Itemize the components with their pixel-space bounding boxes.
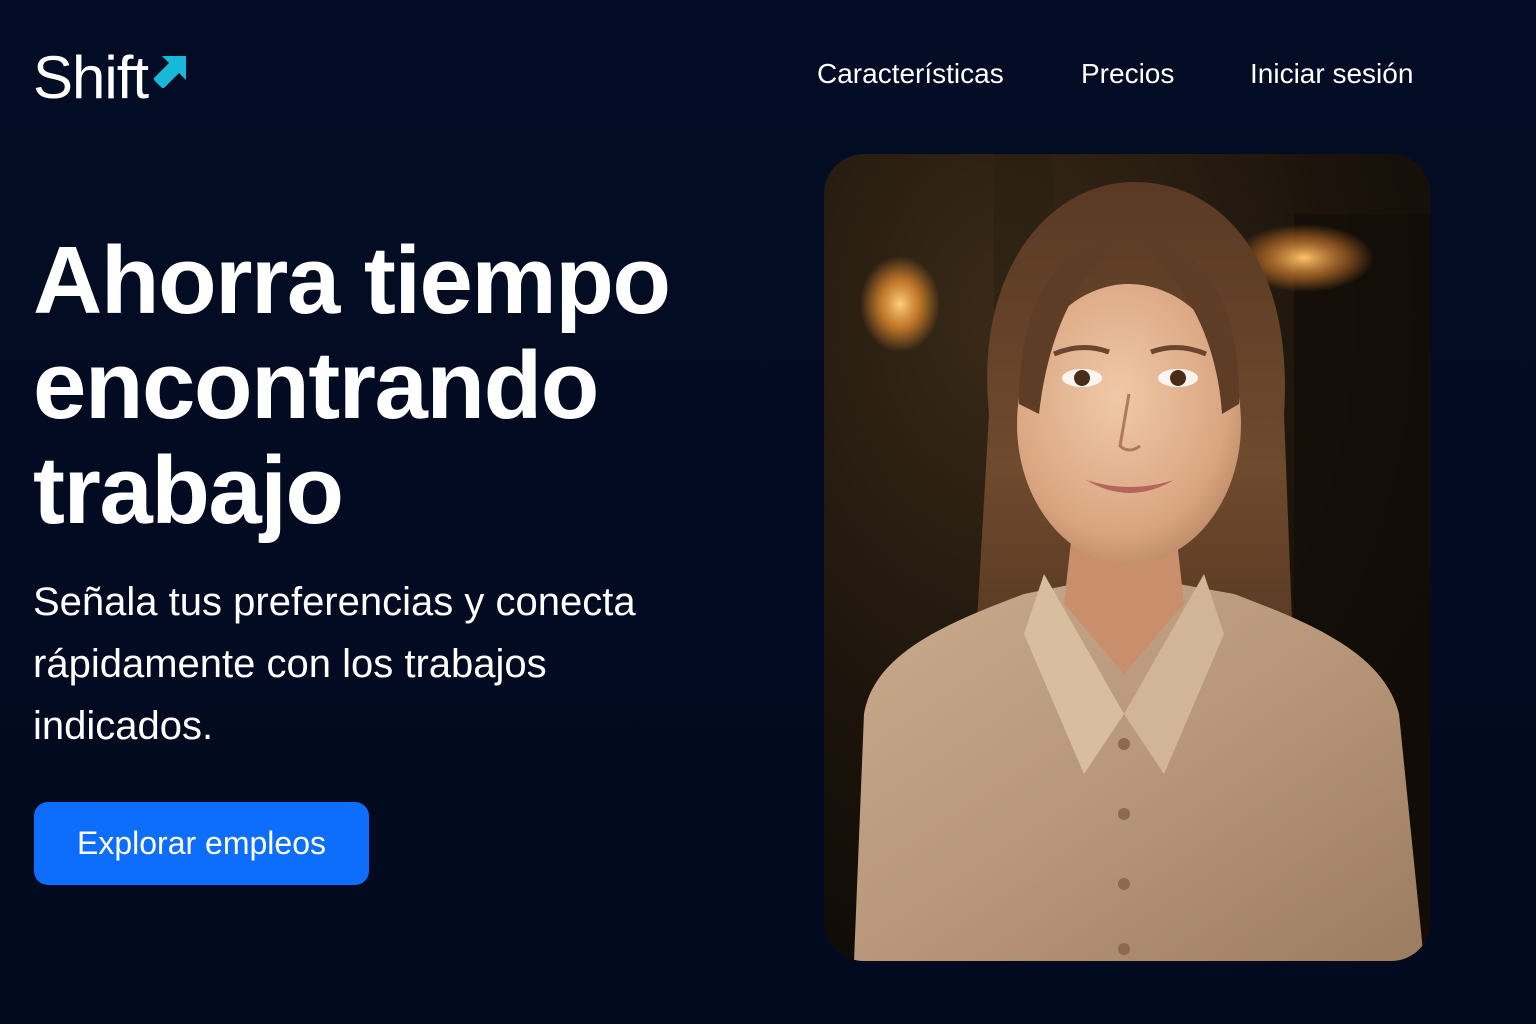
- nav-link-login[interactable]: Iniciar sesión: [1250, 54, 1413, 94]
- hero-subtitle-line: Señala tus preferencias y conecta: [33, 580, 636, 624]
- landing-page: Shift Características Precios Iniciar se…: [0, 0, 1536, 1024]
- hero-portrait-photo: [824, 154, 1431, 961]
- top-nav: Características Precios Iniciar sesión: [0, 54, 1536, 94]
- hero-subtitle-line: indicados.: [33, 704, 214, 748]
- hero-title-line: Ahorra tiempo: [33, 227, 671, 334]
- portrait-illustration: [824, 154, 1431, 961]
- hero-subtitle-line: rápidamente con los trabajos: [33, 642, 547, 686]
- hero-subtitle: Señala tus preferencias y conecta rápida…: [33, 571, 733, 757]
- hero-title: Ahorra tiempo encontrando trabajo: [33, 228, 773, 543]
- explore-jobs-button[interactable]: Explorar empleos: [34, 802, 369, 885]
- nav-link-features[interactable]: Características: [817, 54, 1004, 94]
- hero-title-line: encontrando: [33, 332, 599, 439]
- nav-link-pricing[interactable]: Precios: [1081, 54, 1174, 94]
- hero-title-line: trabajo: [33, 437, 344, 544]
